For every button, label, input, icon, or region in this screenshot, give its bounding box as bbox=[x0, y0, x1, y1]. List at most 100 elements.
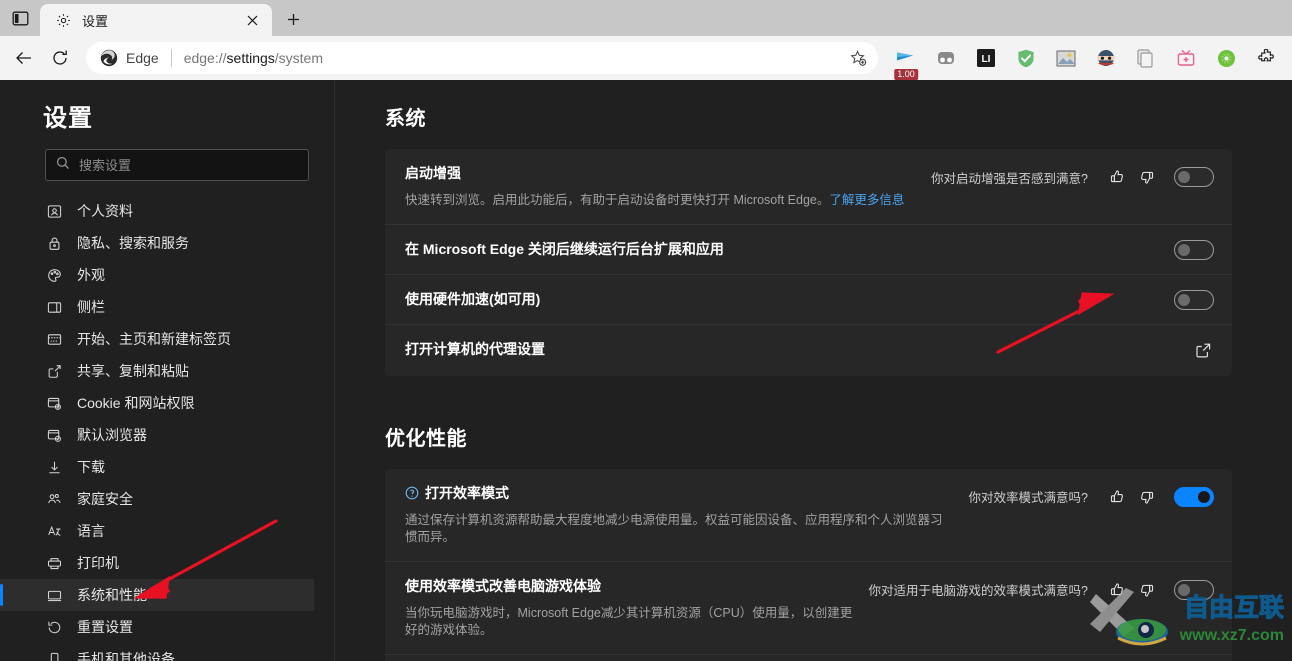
sidebar-item-start-home-newtab[interactable]: 开始、主页和新建标签页 bbox=[0, 323, 334, 355]
row-description: 通过保存计算机资源帮助最大程度地减少电源使用量。权益可能因设备、应用程序和个人浏… bbox=[405, 512, 943, 545]
language-icon bbox=[45, 522, 63, 540]
goggles-extension-icon[interactable] bbox=[930, 42, 962, 74]
sidebar-item-label: 隐私、搜索和服务 bbox=[77, 235, 189, 251]
sidebar-item-family-safety[interactable]: 家庭安全 bbox=[0, 483, 334, 515]
cookie-permissions-icon bbox=[45, 394, 63, 412]
row-background-apps: 在 Microsoft Edge 关闭后继续运行后台扩展和应用 bbox=[385, 223, 1232, 274]
search-icon bbox=[56, 156, 70, 175]
edge-brand: Edge bbox=[100, 49, 159, 67]
printer-icon bbox=[45, 554, 63, 572]
sidebar-item-system-and-performance[interactable]: 系统和性能 bbox=[0, 579, 314, 611]
row-open-proxy-settings[interactable]: 打开计算机的代理设置 bbox=[385, 323, 1232, 376]
copy-pages-icon[interactable] bbox=[1130, 42, 1162, 74]
info-icon[interactable] bbox=[405, 486, 419, 500]
row-title-text: 使用硬件加速(如可用) bbox=[405, 290, 541, 307]
row-main: 在 Microsoft Edge 关闭后继续运行后台扩展和应用 bbox=[405, 239, 1146, 259]
sidebar-item-appearance[interactable]: 外观 bbox=[0, 259, 334, 291]
row-description: 快速转到浏览。启用此功能后，有助于启动设备时更快打开 Microsoft Edg… bbox=[405, 192, 915, 210]
edge-logo-icon bbox=[100, 49, 118, 67]
external-link-icon[interactable] bbox=[1192, 340, 1214, 362]
adguard-shield-icon[interactable] bbox=[1010, 42, 1042, 74]
new-tab-button[interactable] bbox=[278, 4, 308, 34]
omnibox-divider bbox=[170, 49, 172, 67]
system-performance-icon bbox=[45, 586, 63, 604]
sidebar-item-languages[interactable]: 语言 bbox=[0, 515, 334, 547]
svg-text:LI: LI bbox=[982, 54, 991, 65]
sidebar-item-profile[interactable]: 个人资料 bbox=[0, 195, 334, 227]
sidebar-item-privacy[interactable]: 隐私、搜索和服务 bbox=[0, 227, 334, 259]
puzzle-extensions-icon[interactable] bbox=[1250, 42, 1282, 74]
thumbs-down-icon[interactable] bbox=[1132, 164, 1162, 190]
sidebar-item-phone-and-devices[interactable]: 手机和其他设备 bbox=[0, 643, 334, 661]
row-title-text: 打开计算机的代理设置 bbox=[405, 340, 545, 357]
family-icon bbox=[45, 490, 63, 508]
image-tool-icon[interactable] bbox=[1050, 42, 1082, 74]
lastpass-extension-icon[interactable]: LI bbox=[970, 42, 1002, 74]
hardware-acceleration-toggle[interactable] bbox=[1174, 289, 1214, 310]
back-button[interactable] bbox=[6, 40, 42, 76]
startup-boost-toggle[interactable] bbox=[1174, 167, 1214, 187]
url-prefix: edge:// bbox=[183, 50, 227, 66]
sidebar-item-label: Cookie 和网站权限 bbox=[77, 395, 195, 411]
sidebar-item-reset-settings[interactable]: 重置设置 bbox=[0, 611, 334, 643]
ninja-extension-icon[interactable] bbox=[1090, 42, 1122, 74]
search-settings-box[interactable] bbox=[45, 149, 309, 181]
row-sleeping-tabs: 使用标签页休眠功能节约资源 对睡眠标签页满意吗? bbox=[385, 653, 1232, 661]
browser-tab-settings[interactable]: 设置 bbox=[40, 4, 272, 36]
sidebar-item-default-browser[interactable]: 默认浏览器 bbox=[0, 419, 334, 451]
sidebar-item-printers[interactable]: 打印机 bbox=[0, 547, 334, 579]
performance-settings-card: 打开效率模式 通过保存计算机资源帮助最大程度地减少电源使用量。权益可能因设备、应… bbox=[385, 468, 1232, 661]
sidebar-item-label: 默认浏览器 bbox=[77, 427, 147, 443]
settings-content: 系统 启动增强 快速转到浏览。启用此功能后，有助于启动设备时更快打开 Micro… bbox=[335, 80, 1292, 661]
browser-toolbar: Edge edge://settings/system 1.00 LI bbox=[0, 36, 1292, 80]
row-title: 使用效率模式改善电脑游戏体验 bbox=[405, 576, 853, 596]
sidebar-item-label: 语言 bbox=[77, 523, 105, 539]
thumbs-up-icon[interactable] bbox=[1102, 164, 1132, 190]
thumbs-up-icon[interactable] bbox=[1102, 577, 1132, 603]
settings-sidebar: 设置 搜索设置 个人资料 隐私、搜索和服务 外观 侧栏 开始、主页和新建标签页 … bbox=[0, 80, 335, 661]
pc-gaming-efficiency-toggle[interactable] bbox=[1174, 579, 1214, 600]
address-bar[interactable]: Edge edge://settings/system bbox=[86, 42, 878, 74]
toggle-knob bbox=[1178, 171, 1190, 183]
thumbs-down-icon[interactable] bbox=[1132, 484, 1162, 510]
section-title-optimize-performance: 优化性能 bbox=[385, 427, 467, 450]
row-efficiency-mode: 打开效率模式 通过保存计算机资源帮助最大程度地减少电源使用量。权益可能因设备、应… bbox=[385, 469, 1232, 561]
sidebar-item-label: 系统和性能 bbox=[77, 587, 147, 603]
tab-actions-split-pane-icon[interactable] bbox=[0, 0, 40, 36]
row-title-text: 在 Microsoft Edge 关闭后继续运行后台扩展和应用 bbox=[405, 240, 724, 257]
reload-button[interactable] bbox=[42, 40, 78, 76]
search-input[interactable] bbox=[79, 157, 298, 173]
thumbs-up-icon[interactable] bbox=[1102, 484, 1132, 510]
green-wheel-icon[interactable] bbox=[1210, 42, 1242, 74]
row-description-text: 快速转到浏览。启用此功能后，有助于启动设备时更快打开 Microsoft Edg… bbox=[405, 193, 830, 207]
sidebar-item-downloads[interactable]: 下载 bbox=[0, 451, 334, 483]
efficiency-mode-toggle[interactable] bbox=[1174, 486, 1214, 507]
background-apps-toggle[interactable] bbox=[1174, 239, 1214, 260]
page-title: 设置 bbox=[43, 105, 93, 132]
close-icon[interactable] bbox=[240, 8, 264, 32]
section-title-system: 系统 bbox=[385, 108, 426, 130]
palette-icon bbox=[45, 266, 63, 284]
row-controls: 你对适用于电脑游戏的效率模式满意吗? bbox=[869, 576, 1214, 603]
row-title-text: 使用效率模式改善电脑游戏体验 bbox=[405, 577, 601, 594]
row-description: 当你玩电脑游戏时，Microsoft Edge减少其计算机资源（CPU）使用量，… bbox=[405, 605, 853, 638]
sidebar-item-label: 个人资料 bbox=[77, 203, 133, 219]
row-controls bbox=[1162, 289, 1214, 310]
edge-brand-label: Edge bbox=[126, 50, 159, 66]
sidebar-item-share-copy-paste[interactable]: 共享、复制和粘贴 bbox=[0, 355, 334, 387]
sidebar-item-cookies-permissions[interactable]: Cookie 和网站权限 bbox=[0, 387, 334, 419]
learn-more-link[interactable]: 了解更多信息 bbox=[829, 193, 904, 207]
thumbs-down-icon[interactable] bbox=[1132, 577, 1162, 603]
row-title: 打开效率模式 bbox=[405, 483, 953, 503]
row-main: 打开计算机的代理设置 bbox=[405, 339, 1176, 359]
sidebar-item-sidebar[interactable]: 侧栏 bbox=[0, 291, 334, 323]
home-tabs-icon bbox=[45, 330, 63, 348]
pink-tv-icon[interactable] bbox=[1170, 42, 1202, 74]
sidebar-item-label: 家庭安全 bbox=[77, 491, 133, 507]
add-favorite-star-icon[interactable] bbox=[844, 44, 872, 72]
search-settings-wrap bbox=[0, 149, 334, 181]
row-title: 打开计算机的代理设置 bbox=[405, 339, 1176, 359]
row-controls: 你对启动增强是否感到满意? bbox=[931, 163, 1214, 190]
tab-strip: 设置 bbox=[0, 0, 1292, 36]
flag-extension-icon[interactable]: 1.00 bbox=[890, 42, 922, 80]
